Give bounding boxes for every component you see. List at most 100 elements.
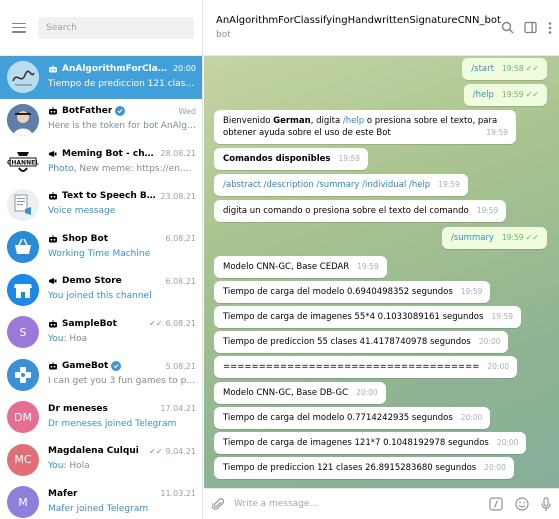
- chat-time: ✓✓ 9.04.21: [145, 447, 196, 456]
- chat-item-gamebot[interactable]: GameBot 5.08.21 I can get you 3 fun game…: [0, 354, 202, 397]
- channel-logo-icon: CHANNEL: [7, 146, 39, 179]
- gamepad-icon: [7, 358, 39, 391]
- message-input[interactable]: Write a message...: [234, 499, 489, 509]
- chat-preview: You: Hola: [48, 461, 196, 475]
- search-icon[interactable]: [501, 21, 514, 34]
- search-input[interactable]: Search: [38, 16, 194, 39]
- microphone-icon[interactable]: [541, 496, 551, 512]
- avatar: [7, 188, 39, 221]
- chat-item-magdalena-culqui[interactable]: MC Magdalena Culqui ✓✓ 9.04.21 You: Hola: [0, 439, 202, 482]
- bot-icon: [49, 362, 57, 370]
- document-speech-icon: [7, 188, 39, 221]
- megaphone-icon: [49, 150, 57, 157]
- avatar-initials: S: [19, 325, 27, 339]
- preview-highlight: Mafer joined Telegram: [48, 503, 149, 514]
- bot-icon: [49, 64, 57, 73]
- message-time: 19:59: [486, 128, 508, 137]
- chat-item-shop-bot[interactable]: Shop Bot 6.08.21 Working Time Machine: [0, 226, 202, 269]
- chat-name: Magdalena Culqui: [48, 446, 139, 457]
- command-links[interactable]: /abstract /description /summary /individ…: [223, 180, 430, 190]
- message-incoming[interactable]: Tiempo de carga del modelo 0.6940498352 …: [214, 281, 491, 303]
- message-text: /summary: [450, 233, 494, 243]
- more-options-icon[interactable]: [547, 21, 553, 35]
- sidebar-toggle-icon[interactable]: [524, 21, 537, 34]
- double-check-icon: ✓✓: [525, 233, 539, 242]
- message-time: 20:00: [487, 362, 510, 371]
- message-incoming[interactable]: digita un comando o presiona sobre el te…: [214, 200, 507, 222]
- chat-time: 28.08.21: [160, 149, 196, 159]
- chat-name: Mafer: [48, 488, 78, 499]
- message-incoming[interactable]: Tiempo de prediccion 121 clases 26.89152…: [214, 457, 514, 479]
- preview-text: Hoa: [66, 333, 88, 344]
- chat-preview: You joined this channel: [48, 291, 196, 305]
- chat-name: Text to Speech Bot: [62, 191, 157, 202]
- message-outgoing[interactable]: /start 19:58 ✓✓: [462, 58, 547, 80]
- preview-highlight: Dr meneses joined Telegram: [48, 418, 177, 429]
- message-incoming[interactable]: /abstract /description /summary /individ…: [214, 174, 468, 196]
- preview-highlight: Working Time Machine: [48, 248, 151, 259]
- message-incoming[interactable]: Modelo CNN-GC, Base CEDAR 19:59: [214, 256, 387, 278]
- bot-icon: [49, 319, 57, 328]
- chat-item-samplebot[interactable]: S SampleBot ✓✓ 6.08.21 You: Hoa: [0, 311, 202, 354]
- megaphone-icon: [49, 278, 57, 285]
- message-time: 19:59: [491, 312, 514, 321]
- message-incoming[interactable]: ==================================== 20:0…: [214, 356, 518, 378]
- avatar: [7, 358, 39, 391]
- bot-icon: [49, 107, 57, 115]
- message-incoming[interactable]: Tiempo de carga de imagenes 55*4 0.10330…: [214, 306, 522, 328]
- double-check-icon: ✓✓: [149, 319, 163, 329]
- chat-time: 5.08.21: [165, 361, 196, 371]
- message-text: /help: [472, 90, 494, 100]
- message-text: Tiempo de prediccion 55 clases 41.417874…: [223, 337, 471, 347]
- message-composer: Write a message...: [204, 488, 559, 519]
- message-outgoing[interactable]: /summary 19:59 ✓✓: [441, 227, 547, 249]
- command-link[interactable]: /help: [343, 116, 364, 126]
- chat-item-text-to-speech-bot[interactable]: Text to Speech Bot 23.08.21 Voice messag…: [0, 184, 202, 227]
- double-check-icon: ✓✓: [525, 90, 539, 99]
- chat-list-panel: Search AnAlgorithmForClassi... 20:00 Tie…: [0, 0, 203, 519]
- chat-preview: Working Time Machine: [48, 249, 196, 263]
- message-text: ====================================: [223, 362, 480, 372]
- message-incoming[interactable]: Modelo CNN-GC, Base DB-GC 20:00: [214, 382, 386, 404]
- message-text: Tiempo de prediccion 121 clases 26.89152…: [223, 463, 477, 473]
- chat-time: 23.08.21: [160, 191, 196, 201]
- message-incoming[interactable]: Tiempo de carga del modelo 0.7714242935 …: [214, 407, 491, 429]
- preview-text: New meme: https://en.me...: [76, 163, 196, 174]
- chat-item-meming-bot[interactable]: CHANNEL Meming Bot - channel 28.08.21 Ph…: [0, 141, 202, 184]
- message-time: 20:00: [478, 337, 501, 346]
- message-time: 20:00: [484, 463, 506, 472]
- message-time: 19:59: [357, 262, 379, 271]
- message-text: digita un comando o presiona sobre el te…: [223, 206, 469, 216]
- signature-avatar-icon: [7, 61, 39, 94]
- message-outgoing[interactable]: /help 19:59 ✓✓: [463, 84, 547, 106]
- message-text: Tiempo de carga de imagenes 121*7 0.1048…: [223, 438, 489, 448]
- avatar: S: [7, 316, 39, 349]
- message-incoming[interactable]: Bienvenido German, digita /help o presio…: [214, 110, 516, 144]
- message-incoming[interactable]: Comandos disponibles 19:59: [214, 148, 369, 170]
- message-time: 19:59: [338, 154, 361, 163]
- chat-item-dr-meneses[interactable]: DM Dr meneses 17.04.21 Dr meneses joined…: [0, 396, 202, 439]
- avatar-initials: MC: [14, 453, 32, 467]
- chat-item-analgorithm[interactable]: AnAlgorithmForClassi... 20:00 Tiempo de …: [0, 56, 202, 99]
- emoji-icon[interactable]: [515, 497, 529, 511]
- message-incoming[interactable]: Tiempo de carga de imagenes 121*7 0.1048…: [214, 432, 527, 454]
- message-incoming[interactable]: Tiempo de prediccion 55 clases 41.417874…: [214, 331, 509, 353]
- message-time: 20:00: [460, 413, 483, 422]
- conversation-subtitle: bot: [216, 30, 231, 40]
- conversation-title-block[interactable]: AnAlgorithmForClassifyingHandwrittenSign…: [216, 15, 501, 40]
- avatar: CHANNEL: [7, 146, 39, 179]
- chat-item-botfather[interactable]: BotFather Wed Here is the token for bot …: [0, 99, 202, 142]
- shopping-basket-icon: [7, 231, 39, 264]
- bot-icon: [49, 234, 57, 243]
- chat-item-mafer[interactable]: M Mafer 11.03.21 Mafer joined Telegram: [0, 481, 202, 519]
- chat-preview: Dr meneses joined Telegram: [48, 419, 196, 433]
- menu-icon[interactable]: [12, 22, 26, 33]
- message-time: 19:59: [460, 287, 483, 296]
- chat-item-demo-store[interactable]: Demo Store 6.08.21 You joined this chann…: [0, 269, 202, 312]
- bot-commands-icon[interactable]: [489, 497, 503, 511]
- avatar-initials: M: [18, 495, 28, 509]
- svg-text:CHANNEL: CHANNEL: [7, 160, 39, 167]
- message-bold-text: German: [273, 116, 311, 126]
- attach-icon[interactable]: [212, 497, 224, 511]
- chat-name: Meming Bot - channel: [62, 148, 156, 159]
